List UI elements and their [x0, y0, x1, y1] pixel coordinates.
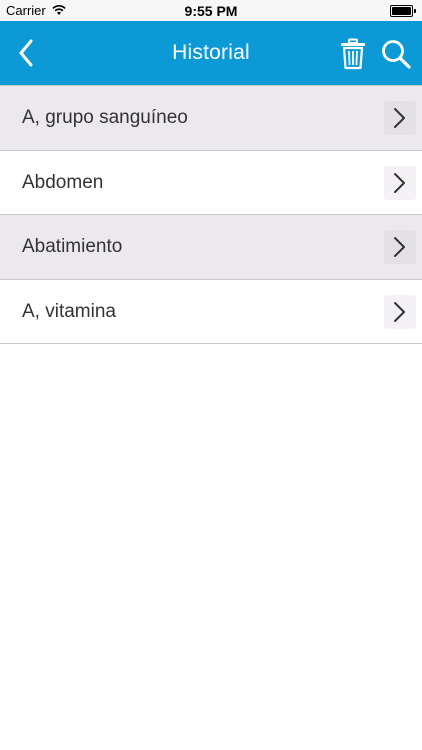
chevron-right-icon[interactable] [384, 165, 416, 200]
status-bar: Carrier 9:55 PM [0, 0, 422, 21]
chevron-right-icon[interactable] [384, 294, 416, 329]
trash-icon[interactable] [338, 38, 368, 70]
list-item-label: Abatimiento [22, 236, 123, 257]
history-list: A, grupo sanguíneo Abdomen Abatimiento A, v… [0, 86, 422, 344]
list-item[interactable]: A, grupo sanguíneo [0, 86, 422, 151]
navigation-bar: Historial [0, 21, 422, 85]
chevron-right-icon[interactable] [384, 230, 416, 264]
list-item[interactable]: Abatimiento [0, 215, 422, 280]
status-time: 9:55 PM [184, 3, 238, 19]
list-item-label: A, grupo sanguíneo [22, 107, 188, 128]
battery-level [392, 7, 411, 15]
chevron-right-icon[interactable] [384, 101, 416, 135]
search-icon[interactable] [380, 38, 412, 70]
battery-icon [390, 5, 416, 17]
list-item[interactable]: A, vitamina [0, 279, 422, 344]
list-item-label: Abdomen [22, 171, 104, 193]
list-item[interactable]: Abdomen [0, 150, 422, 215]
list-item-label: A, vitamina [22, 300, 116, 322]
